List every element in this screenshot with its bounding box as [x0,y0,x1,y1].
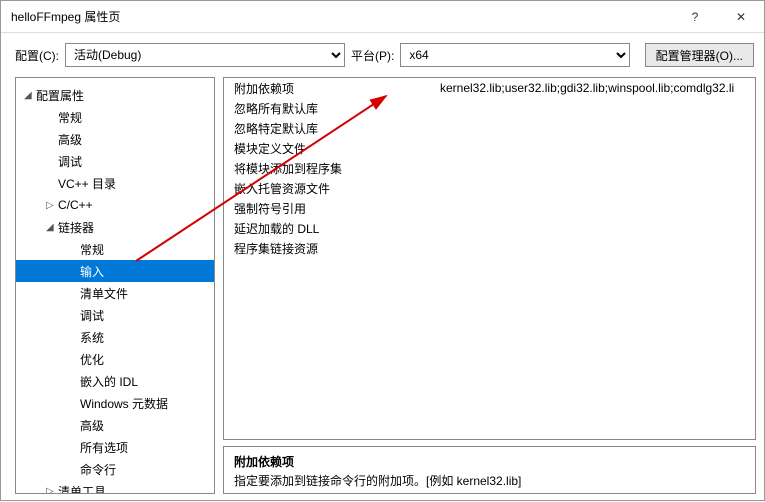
titlebar: helloFFmpeg 属性页 ? ✕ [1,1,764,33]
property-name: 程序集链接资源 [224,240,434,257]
tree-item-label: 系统 [80,329,104,346]
tree-item[interactable]: 常规 [16,238,214,260]
tree-item[interactable]: 调试 [16,150,214,172]
tree-item-label: 链接器 [58,219,94,236]
property-row[interactable]: 将模块添加到程序集 [224,158,755,178]
property-row[interactable]: 忽略特定默认库 [224,118,755,138]
expand-open-icon[interactable]: ◢ [46,222,58,233]
property-name: 模块定义文件 [224,140,434,157]
tree-item[interactable]: 嵌入的 IDL [16,370,214,392]
tree-item[interactable]: 优化 [16,348,214,370]
tree-item-label: 嵌入的 IDL [80,373,138,390]
help-button[interactable]: ? [672,1,718,33]
close-button[interactable]: ✕ [718,1,764,33]
right-pane: 附加依赖项kernel32.lib;user32.lib;gdi32.lib;w… [223,77,756,494]
tree-item[interactable]: 清单文件 [16,282,214,304]
tree-item[interactable]: ▷C/C++ [16,194,214,216]
property-row[interactable]: 程序集链接资源 [224,238,755,258]
tree-item[interactable]: ◢配置属性 [16,84,214,106]
property-row[interactable]: 模块定义文件 [224,138,755,158]
tree-item[interactable]: VC++ 目录 [16,172,214,194]
config-select[interactable]: 活动(Debug) [65,43,345,67]
tree-item-label: 输入 [80,263,104,280]
tree-item-label: 清单工具 [58,483,106,495]
property-name: 延迟加载的 DLL [224,220,434,237]
tree-item[interactable]: ◢链接器 [16,216,214,238]
property-row[interactable]: 忽略所有默认库 [224,98,755,118]
tree-item[interactable]: 系统 [16,326,214,348]
description-text: 指定要添加到链接命令行的附加项。[例如 kernel32.lib] [234,472,745,489]
tree-item-label: 优化 [80,351,104,368]
config-manager-button[interactable]: 配置管理器(O)... [645,43,754,67]
property-name: 忽略特定默认库 [224,120,434,137]
window-title: helloFFmpeg 属性页 [11,8,672,25]
property-name: 嵌入托管资源文件 [224,180,434,197]
tree-item-label: VC++ 目录 [58,175,116,192]
tree-item-label: Windows 元数据 [80,395,168,412]
expand-closed-icon[interactable]: ▷ [46,486,58,495]
tree-item[interactable]: 命令行 [16,458,214,480]
tree-item[interactable]: 高级 [16,128,214,150]
nav-tree[interactable]: ◢配置属性常规高级调试VC++ 目录▷C/C++◢链接器常规输入清单文件调试系统… [15,77,215,494]
property-row[interactable]: 强制符号引用 [224,198,755,218]
tree-item-label: 常规 [80,241,104,258]
tree-item[interactable]: 输入 [16,260,214,282]
tree-item-label: 清单文件 [80,285,128,302]
expand-open-icon[interactable]: ◢ [24,90,36,101]
tree-item[interactable]: ▷清单工具 [16,480,214,494]
tree-item[interactable]: Windows 元数据 [16,392,214,414]
property-grid[interactable]: 附加依赖项kernel32.lib;user32.lib;gdi32.lib;w… [223,77,756,440]
property-value[interactable]: kernel32.lib;user32.lib;gdi32.lib;winspo… [434,81,755,95]
tree-item[interactable]: 调试 [16,304,214,326]
tree-item[interactable]: 所有选项 [16,436,214,458]
tree-item-label: 高级 [58,131,82,148]
config-row: 配置(C): 活动(Debug) 平台(P): x64 配置管理器(O)... [1,33,764,77]
property-name: 忽略所有默认库 [224,100,434,117]
tree-item[interactable]: 高级 [16,414,214,436]
main-area: ◢配置属性常规高级调试VC++ 目录▷C/C++◢链接器常规输入清单文件调试系统… [1,77,764,502]
tree-item-label: 调试 [58,153,82,170]
tree-item-label: C/C++ [58,198,93,212]
tree-item-label: 调试 [80,307,104,324]
property-name: 将模块添加到程序集 [224,160,434,177]
config-label: 配置(C): [15,47,59,64]
expand-closed-icon[interactable]: ▷ [46,200,58,211]
property-name: 强制符号引用 [224,200,434,217]
platform-select[interactable]: x64 [400,43,630,67]
tree-item-label: 命令行 [80,461,116,478]
property-row[interactable]: 嵌入托管资源文件 [224,178,755,198]
description-title: 附加依赖项 [234,453,745,470]
property-row[interactable]: 延迟加载的 DLL [224,218,755,238]
tree-item-label: 高级 [80,417,104,434]
description-box: 附加依赖项 指定要添加到链接命令行的附加项。[例如 kernel32.lib] [223,446,756,494]
platform-label: 平台(P): [351,47,394,64]
property-name: 附加依赖项 [224,80,434,97]
tree-item-label: 所有选项 [80,439,128,456]
tree-item[interactable]: 常规 [16,106,214,128]
property-row[interactable]: 附加依赖项kernel32.lib;user32.lib;gdi32.lib;w… [224,78,755,98]
tree-item-label: 常规 [58,109,82,126]
tree-item-label: 配置属性 [36,87,84,104]
